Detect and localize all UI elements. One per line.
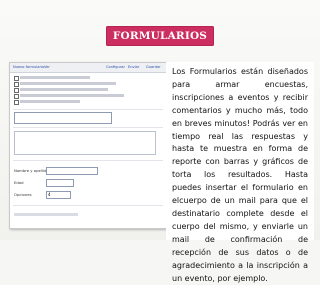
option-text-line (20, 100, 80, 103)
footer-line (14, 213, 78, 216)
option-text-line (20, 94, 124, 97)
option-text-line (20, 88, 108, 91)
divider (13, 160, 163, 161)
option-text-line (20, 76, 90, 79)
title-banner: FORMULARIOS (106, 26, 214, 46)
field-label-name: Nombre y apellido (14, 168, 49, 173)
editor-toolbar: Nuevo formulario Ver Configurar Enviar G… (10, 63, 166, 73)
options-select[interactable]: 4 (46, 191, 71, 199)
field-label-options: Opciones (14, 192, 32, 197)
field-label-age: Edad (14, 180, 24, 185)
option-checkbox[interactable] (14, 94, 19, 99)
description-paragraph: Los Formularios están diseñados para arm… (172, 67, 308, 283)
divider (13, 109, 163, 110)
form-title-field[interactable] (14, 112, 112, 124)
form-editor-screenshot: Nuevo formulario Ver Configurar Enviar G… (9, 62, 167, 229)
form-description-field[interactable] (14, 131, 156, 155)
age-input[interactable] (46, 179, 74, 187)
toolbar-link-config[interactable]: Configurar (106, 64, 125, 70)
divider (13, 205, 163, 206)
slide-title: FORMULARIOS (112, 30, 208, 42)
toolbar-link-send[interactable]: Enviar (128, 64, 139, 70)
option-checkbox[interactable] (14, 88, 19, 93)
slide: FORMULARIOS Nuevo formulario Ver Configu… (0, 0, 320, 283)
options-select-value: 4 (48, 192, 51, 197)
option-text-line (20, 82, 116, 85)
option-checkbox[interactable] (14, 76, 19, 81)
option-checkbox[interactable] (14, 100, 19, 105)
toolbar-link-view[interactable]: Ver (44, 64, 50, 70)
toolbar-link-new[interactable]: Nuevo formulario (13, 64, 44, 70)
option-checkbox[interactable] (14, 82, 19, 87)
toolbar-link-save[interactable]: Guardar (146, 64, 161, 70)
name-input[interactable] (46, 167, 98, 175)
divider (13, 127, 163, 128)
description-box: Los Formularios están diseñados para arm… (166, 62, 314, 283)
